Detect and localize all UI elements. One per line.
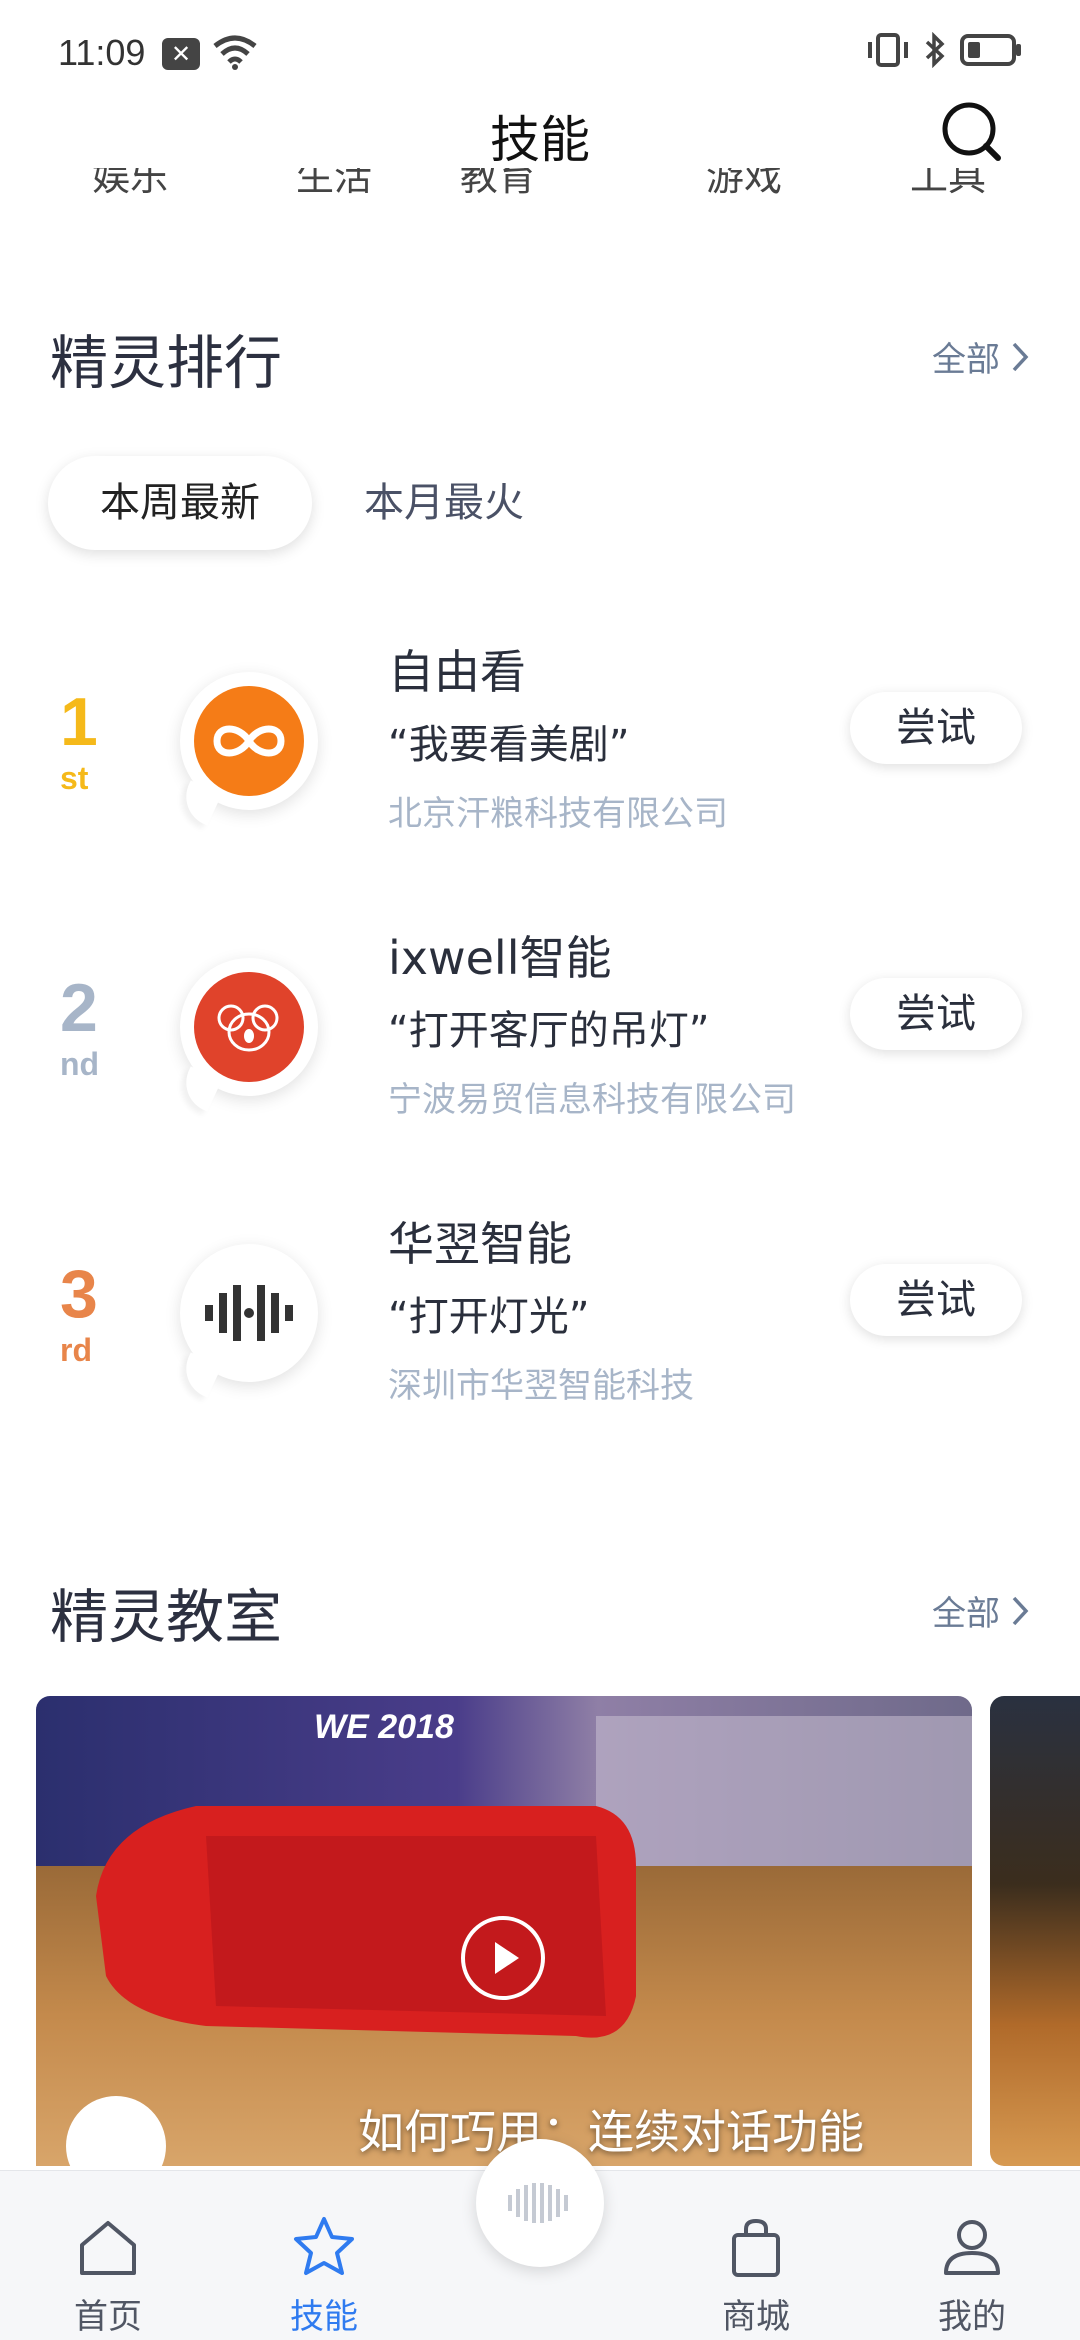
nav-label: 技能 [290,2297,358,2337]
category-item[interactable]: 工具 [910,168,986,196]
skill-name: ixwell智能 [388,931,612,985]
chevron-right-icon [1012,342,1029,371]
category-item[interactable]: 生活 [296,168,372,196]
skill-name: 华翌智能 [388,1217,572,1271]
star-icon [294,2217,354,2275]
rank-suffix: rd [60,1332,92,1368]
home-icon [80,2221,136,2275]
nav-label: 商城 [722,2297,790,2337]
ranking-tabs: 本周最新 本月最火 [48,456,576,550]
classroom-see-all-link[interactable]: 全部 [932,1586,1030,1635]
ranking-row[interactable]: 2 nd ixwell智能 “打开客厅的吊灯” 宁波易贸信息科技有限公司 尝试 [0,922,1080,1162]
profile-icon [944,2220,1000,2275]
rank-suffix: st [60,760,89,796]
battery-icon [960,34,1021,66]
category-item[interactable]: 教育 [460,168,536,196]
status-right [866,32,1022,68]
category-item[interactable]: 游戏 [706,168,782,196]
play-icon[interactable] [461,1916,545,2000]
category-row: 娱乐 生活 教育 游戏 工具 [0,168,1080,196]
skill-name: 自由看 [388,645,526,699]
video-card[interactable] [990,1696,1080,2166]
nav-label: 我的 [938,2297,1006,2337]
skill-quote: “打开客厅的吊灯” [388,1008,710,1054]
rank-number: 3 [60,1256,98,1332]
video-tag: WE 2018 [314,1708,454,1746]
ranking-title: 精灵排行 [50,329,283,397]
status-time: 11:09 [58,32,146,73]
ranking-row[interactable]: 3 rd 华翌智能 “打开灯光” 深圳市华翌智能科技 尝试 [0,1208,1080,1448]
skill-company: 宁波易贸信息科技有限公司 [388,1080,796,1120]
try-button[interactable]: 尝试 [850,978,1022,1050]
skill-company: 深圳市华翌智能科技 [388,1366,694,1406]
nav-label: 首页 [74,2297,142,2337]
ranking-row[interactable]: 1 st 自由看 “我要看美剧” 北京汗粮科技有限公司 尝试 [0,636,1080,876]
search-icon[interactable] [940,100,1004,164]
skill-logo-bubble [180,672,318,810]
classroom-title: 精灵教室 [50,1583,283,1651]
koala-logo-icon [194,972,304,1082]
voice-assistant-button[interactable] [476,2139,604,2267]
rank-number: 2 [60,970,98,1046]
status-bar: 11:09 ✕ [0,0,1080,96]
vibrate-icon [868,33,908,67]
bluetooth-icon [925,32,945,68]
notification-icon: ✕ [162,38,200,70]
rank-number: 1 [60,684,98,760]
infinity-logo-icon [194,686,304,796]
page-title: 技能 [490,111,590,169]
soundwave-icon [508,2183,568,2223]
bottom-nav: 首页 技能 商城 我的 [0,2139,1080,2340]
try-button[interactable]: 尝试 [850,692,1022,764]
see-all-label: 全部 [932,340,1000,380]
video-caption: 如何巧用：连续对话功能 [358,2105,864,2159]
skill-quote: “我要看美剧” [388,722,630,768]
skill-quote: “打开灯光” [388,1294,590,1340]
try-button[interactable]: 尝试 [850,1264,1022,1336]
rank-suffix: nd [60,1046,100,1082]
skill-company: 北京汗粮科技有限公司 [388,794,728,834]
tab-monthly-hottest[interactable]: 本月最火 [312,456,576,550]
soundwave-logo-icon [194,1258,304,1368]
tab-weekly-newest[interactable]: 本周最新 [48,456,312,550]
ranking-see-all-link[interactable]: 全部 [932,332,1030,381]
bag-icon [732,2218,780,2277]
chevron-right-icon [1012,1596,1029,1625]
skill-logo-bubble [180,958,318,1096]
video-card[interactable]: WE 2018 如何巧用：连续对话功能 [36,1696,972,2166]
see-all-label: 全部 [932,1594,1000,1634]
wifi-icon [213,35,257,70]
skill-logo-bubble [180,1244,318,1382]
category-item[interactable]: 娱乐 [92,168,168,196]
